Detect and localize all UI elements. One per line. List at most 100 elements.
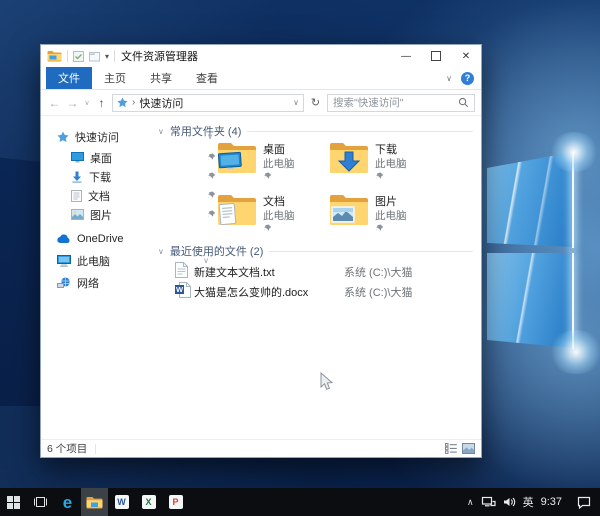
svg-text:W: W xyxy=(176,285,184,294)
file-explorer-button[interactable] xyxy=(81,488,108,516)
desktop-icon xyxy=(71,152,84,163)
section-rule xyxy=(247,130,473,132)
pin-icon xyxy=(375,171,384,183)
address-bar[interactable]: › 快速访问 ∨ xyxy=(112,93,304,112)
folder-location: 此电脑 xyxy=(263,158,295,170)
taskbar: e W X P ∧ 英 9:37 xyxy=(0,488,600,516)
address-dropdown-icon[interactable]: ∨ xyxy=(293,98,299,107)
tray-expand-button[interactable]: ∧ xyxy=(467,497,474,508)
help-button[interactable]: ? xyxy=(461,71,474,85)
star-icon xyxy=(57,131,69,142)
tab-file[interactable]: 文件 xyxy=(46,67,92,89)
new-folder-icon[interactable] xyxy=(89,51,100,62)
input-language-button[interactable]: 英 xyxy=(523,494,534,510)
forward-button[interactable]: → xyxy=(65,96,80,110)
search-placeholder: 搜索"快速访问" xyxy=(333,97,404,109)
file-explorer-window: ▾ 文件资源管理器 — ✕ 文件 主页 共享 查看 ∨ ? ← → ∨ ↑ › … xyxy=(40,44,482,458)
section-title[interactable]: 常用文件夹 (4) xyxy=(170,123,242,139)
action-center-icon[interactable] xyxy=(577,496,591,509)
tab-view[interactable]: 查看 xyxy=(184,67,230,89)
minimize-button[interactable]: — xyxy=(391,45,421,67)
folder-name: 桌面 xyxy=(263,144,285,156)
screen: ▾ 文件资源管理器 — ✕ 文件 主页 共享 查看 ∨ ? ← → ∨ ↑ › … xyxy=(0,0,600,516)
word-button[interactable]: W xyxy=(108,488,135,516)
maximize-button[interactable] xyxy=(421,45,451,67)
pin-icon xyxy=(263,171,272,183)
folder-tile-pictures[interactable]: 图片 此电脑 xyxy=(329,191,479,237)
section-rule xyxy=(269,250,473,252)
properties-icon[interactable] xyxy=(73,50,84,62)
pictures-folder-icon xyxy=(330,195,368,225)
separator xyxy=(67,50,68,62)
folder-name: 文档 xyxy=(263,196,285,208)
sidebar-item-label: 快速访问 xyxy=(75,131,119,144)
ribbon-tab-bar: 文件 主页 共享 查看 ∨ ? xyxy=(41,67,481,90)
edge-button[interactable]: e xyxy=(54,488,81,516)
separator xyxy=(95,443,97,454)
word-file-icon: W xyxy=(175,282,191,298)
file-row-docx[interactable]: W 大猫是怎么变帅的.docx 系统 (C:)\大猫 xyxy=(153,282,481,300)
start-button[interactable] xyxy=(0,488,27,516)
status-bar: 6 个项目 xyxy=(41,439,481,457)
volume-icon[interactable] xyxy=(503,496,516,508)
text-file-icon xyxy=(175,262,188,278)
section-recent-files: ∨ 最近使用的文件 (2) xyxy=(158,243,473,259)
excel-button[interactable]: X xyxy=(135,488,162,516)
file-row-txt[interactable]: 新建文本文档.txt 系统 (C:)\大猫 xyxy=(153,262,481,280)
close-button[interactable]: ✕ xyxy=(451,45,481,67)
large-icons-view-button[interactable] xyxy=(462,443,475,454)
word-icon: W xyxy=(114,495,129,509)
recent-locations-dropdown[interactable]: ∨ xyxy=(83,99,91,107)
sidebar-item-label: 文档 xyxy=(88,190,110,203)
details-view-button[interactable] xyxy=(445,443,457,454)
pin-icon xyxy=(263,223,272,235)
clock[interactable]: 9:37 xyxy=(541,496,562,508)
back-button[interactable]: ← xyxy=(47,96,62,110)
sidebar-item-onedrive[interactable]: OneDrive xyxy=(41,229,169,248)
sidebar-item-this-pc[interactable]: 此电脑 ∨ xyxy=(41,251,209,270)
windows-logo-icon xyxy=(7,495,20,509)
file-name: 大猫是怎么变帅的.docx xyxy=(194,287,309,299)
up-button[interactable]: ↑ xyxy=(94,96,109,110)
wallpaper-glow xyxy=(548,330,600,374)
collapse-section-icon[interactable]: ∨ xyxy=(158,127,164,136)
document-icon xyxy=(71,189,82,202)
sidebar-item-network[interactable]: 网络 xyxy=(41,273,169,292)
desktop-folder-icon xyxy=(217,143,256,173)
excel-icon: X xyxy=(141,495,156,509)
items-view[interactable]: ∨ 常用文件夹 (4) 桌面 此电脑 下载 此电脑 文档 此电脑 图片 此电脑 … xyxy=(153,115,481,439)
quick-access-toolbar: ▾ xyxy=(47,50,116,62)
wallpaper-glow xyxy=(548,132,600,172)
customize-toolbar-dropdown[interactable]: ▾ xyxy=(105,52,109,61)
explorer-folder-icon xyxy=(47,51,62,62)
powerpoint-button[interactable]: P xyxy=(162,488,189,516)
section-frequent-folders: ∨ 常用文件夹 (4) xyxy=(158,123,473,139)
task-view-button[interactable] xyxy=(27,488,54,516)
tab-home[interactable]: 主页 xyxy=(92,67,138,89)
sidebar-item-label: OneDrive xyxy=(77,232,124,245)
folder-tile-downloads[interactable]: 下载 此电脑 xyxy=(329,139,479,185)
documents-folder-icon xyxy=(218,195,256,226)
maximize-icon xyxy=(431,51,441,61)
folder-name: 下载 xyxy=(375,144,397,156)
computer-icon xyxy=(57,254,71,267)
collapse-section-icon[interactable]: ∨ xyxy=(158,247,164,256)
edge-icon: e xyxy=(62,492,73,512)
onedrive-cloud-icon xyxy=(57,233,70,243)
file-path: 系统 (C:)\大猫 xyxy=(344,267,413,279)
network-status-icon[interactable] xyxy=(481,496,496,508)
downloads-folder-icon xyxy=(330,143,368,173)
breadcrumb-quick-access[interactable]: 快速访问 xyxy=(139,95,289,111)
search-input[interactable]: 搜索"快速访问" xyxy=(327,93,475,112)
sidebar-item-quick-access[interactable]: 快速访问 ∨ xyxy=(41,127,213,146)
tab-share[interactable]: 共享 xyxy=(138,67,184,89)
folder-location: 此电脑 xyxy=(375,210,407,222)
refresh-button[interactable]: ↻ xyxy=(307,96,324,109)
section-title[interactable]: 最近使用的文件 (2) xyxy=(170,243,264,259)
file-path: 系统 (C:)\大猫 xyxy=(344,287,413,299)
title-bar[interactable]: ▾ 文件资源管理器 — ✕ xyxy=(41,45,481,67)
search-icon[interactable] xyxy=(458,97,469,108)
quick-access-star-icon xyxy=(117,97,128,108)
expand-ribbon-icon[interactable]: ∨ xyxy=(446,74,452,83)
system-tray: ∧ 英 9:37 xyxy=(467,494,600,510)
